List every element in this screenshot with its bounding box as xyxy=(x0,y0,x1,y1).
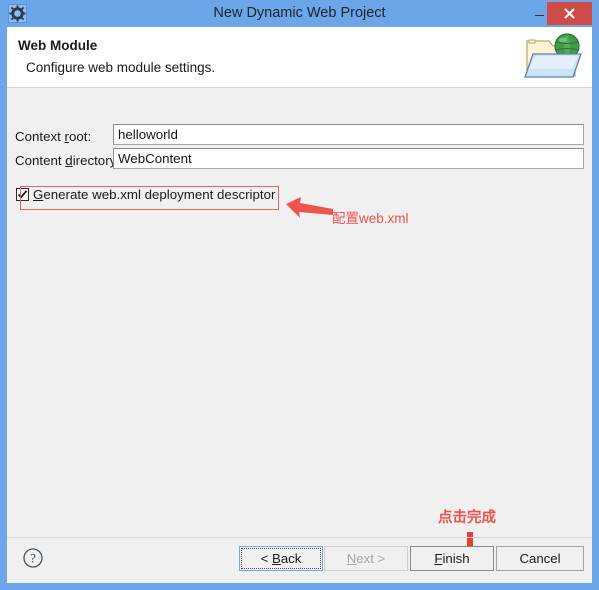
arrow-left-icon xyxy=(285,195,335,221)
dialog-client-area: Web Module Configure web module settings… xyxy=(7,27,592,583)
context-root-input[interactable] xyxy=(113,124,584,145)
dialog-window: New Dynamic Web Project Web Module Confi… xyxy=(0,0,599,590)
page-description: Configure web module settings. xyxy=(26,60,216,75)
next-button: Next > xyxy=(324,546,408,571)
close-button[interactable] xyxy=(547,2,592,25)
wizard-header: Web Module Configure web module settings… xyxy=(7,27,592,88)
svg-text:?: ? xyxy=(30,552,36,566)
annotation-text-click-finish: 点击完成 xyxy=(438,510,496,526)
back-button[interactable]: < Back xyxy=(239,546,323,571)
footer-separator xyxy=(7,537,592,538)
cancel-button[interactable]: Cancel xyxy=(496,546,584,571)
help-question-icon[interactable]: ? xyxy=(23,548,43,568)
annotation-highlight-rect xyxy=(20,186,279,210)
content-directory-label: Content directory: xyxy=(15,153,120,168)
page-title: Web Module xyxy=(18,38,98,53)
close-icon xyxy=(564,8,575,19)
finish-button[interactable]: Finish xyxy=(410,546,494,571)
web-project-folder-globe-icon xyxy=(523,29,585,85)
annotation-text-configure-webxml: 配置web.xml xyxy=(332,211,409,226)
context-root-label: Context root: xyxy=(15,129,92,144)
window-title: New Dynamic Web Project xyxy=(213,5,386,21)
window-titlebar[interactable]: New Dynamic Web Project xyxy=(0,0,599,27)
content-directory-input[interactable] xyxy=(113,148,584,169)
